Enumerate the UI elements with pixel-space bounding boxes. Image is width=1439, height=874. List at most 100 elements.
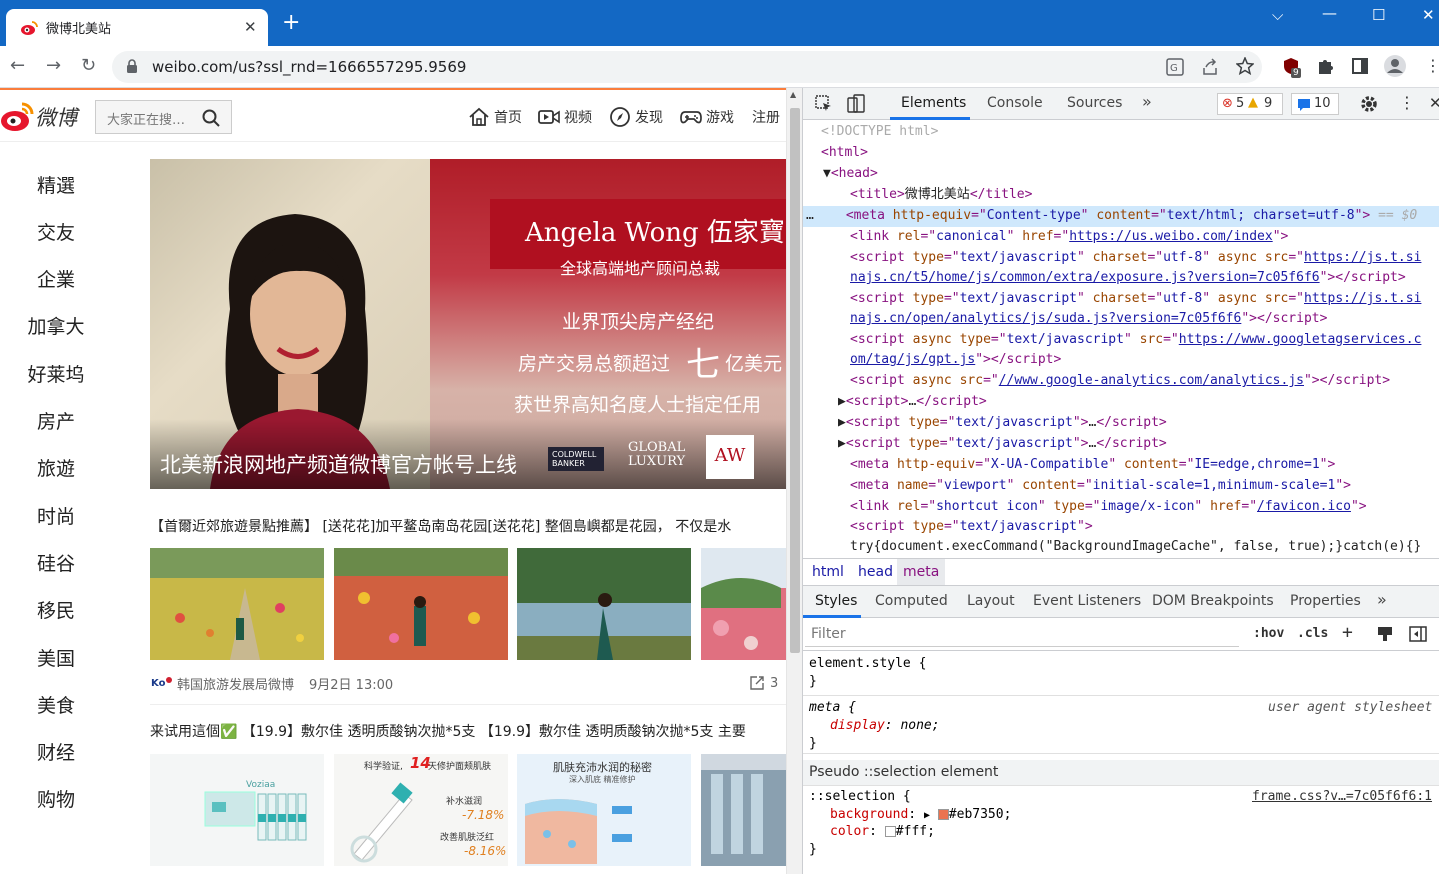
sidebar-item-business[interactable]: 企業 — [0, 265, 112, 292]
nav-video[interactable]: 视频 — [538, 107, 592, 127]
translate-icon[interactable]: G — [1166, 58, 1184, 76]
cls-toggle[interactable]: .cls — [1297, 626, 1328, 641]
post-1-image-1[interactable] — [150, 548, 324, 660]
tab-close-icon[interactable]: ✕ — [244, 18, 257, 36]
side-panel-icon[interactable] — [1351, 57, 1369, 75]
sidebar-item-fashion[interactable]: 时尚 — [0, 502, 112, 529]
post-2-image-1[interactable]: Voziaa — [150, 754, 324, 866]
devtools-close-icon[interactable]: ✕ — [1429, 94, 1439, 112]
back-icon[interactable]: ← — [10, 55, 25, 76]
sidebar-item-silicon-valley[interactable]: 硅谷 — [0, 549, 112, 576]
browser-tab[interactable]: 微博北美站 ✕ — [6, 9, 268, 46]
close-window-icon[interactable]: ✕ — [1422, 6, 1435, 24]
more-style-tabs-icon[interactable]: » — [1377, 590, 1387, 609]
weibo-logo[interactable]: 微博 — [0, 98, 86, 134]
computed-styles-toggle-icon[interactable] — [1376, 626, 1394, 642]
address-bar[interactable]: weibo.com/us?ssl_rnd=1666557295.9569 — [112, 51, 1262, 83]
scroll-up-icon[interactable]: ▲ — [790, 90, 796, 99]
reload-icon[interactable]: ↻ — [81, 55, 96, 76]
share-icon[interactable] — [1201, 58, 1219, 76]
post-1-image-3[interactable] — [517, 548, 691, 660]
meta-ua-rule[interactable]: meta { user agent stylesheet display: no… — [803, 696, 1439, 754]
dom-line[interactable]: ▶<script>…</script> — [838, 392, 987, 413]
post-2-image-2[interactable]: 科学验证, 14 天修护面颊肌肤 补水滋润 -7.18% 改善肌肤泛红 -8.1… — [334, 754, 508, 866]
sidebar-item-finance[interactable]: 财经 — [0, 738, 112, 765]
dom-line[interactable]: ▶<script type="text/javascript">…</scrip… — [838, 434, 1167, 455]
dom-line[interactable]: <meta http-equiv="X-UA-Compatible" conte… — [850, 455, 1335, 476]
dom-line[interactable]: najs.cn/open/analytics/js/suda.js?versio… — [850, 309, 1327, 330]
inspect-element-icon[interactable] — [815, 95, 833, 113]
element-style-rule[interactable]: element.style { } — [803, 652, 1439, 696]
color-swatch-orange[interactable] — [937, 809, 949, 820]
post-1-author[interactable]: 韩国旅游发展局微博 — [177, 674, 294, 693]
chevron-down-icon[interactable]: ⌵ — [1272, 6, 1283, 24]
selection-rule[interactable]: ::selection { frame.css?v…=7c05f6f6:1 ba… — [803, 786, 1439, 862]
new-tab-button[interactable]: + — [282, 12, 300, 34]
korea-tourism-avatar-icon[interactable]: Ko — [151, 674, 173, 690]
sidebar-item-canada[interactable]: 加拿大 — [0, 312, 112, 339]
minimize-icon[interactable]: — — [1322, 4, 1337, 22]
settings-gear-icon[interactable] — [1359, 94, 1379, 114]
new-style-rule-icon[interactable]: + — [1342, 622, 1353, 643]
dom-line[interactable]: <title>微博北美站</title> — [850, 185, 1032, 206]
sidebar-item-food[interactable]: 美食 — [0, 691, 112, 718]
post-2-image-3[interactable]: 肌肤充沛水润的秘密 深入肌底 精准修护 — [517, 754, 691, 866]
forward-icon[interactable]: → — [46, 55, 61, 76]
sidebar-item-travel[interactable]: 旅遊 — [0, 454, 112, 481]
search-icon[interactable] — [202, 109, 220, 127]
expand-triangle-icon[interactable]: ▶ — [924, 810, 930, 821]
dom-line[interactable]: <script type="text/javascript" charset="… — [850, 248, 1421, 269]
dom-line[interactable]: <meta name="viewport" content="initial-s… — [850, 476, 1351, 497]
nav-register[interactable]: 注册 — [752, 107, 780, 127]
more-tabs-icon[interactable]: » — [1142, 92, 1152, 111]
frame-css-link[interactable]: frame.css?v…=7c05f6f6:1 — [1252, 788, 1432, 806]
dom-line[interactable]: <script type="text/javascript"> — [850, 517, 1093, 538]
hov-toggle[interactable]: :hov — [1253, 626, 1284, 641]
dom-line[interactable]: try{document.execCommand("BackgroundImag… — [850, 537, 1421, 558]
tab-styles[interactable]: Styles — [815, 593, 857, 609]
issues-counter[interactable]: ⊗ 5 ▲ 9 — [1217, 93, 1283, 115]
page-scrollbar[interactable]: ▲ — [786, 88, 802, 874]
breadcrumb-meta[interactable]: meta — [897, 559, 946, 585]
nav-discover[interactable]: 发现 — [609, 107, 663, 127]
tab-sources[interactable]: Sources — [1067, 95, 1122, 111]
breadcrumb-head[interactable]: head — [858, 564, 893, 580]
post-2-image-4[interactable] — [701, 754, 786, 866]
dom-line[interactable]: <!DOCTYPE html> — [821, 122, 938, 143]
dom-line[interactable]: <link rel="canonical" href="https://us.w… — [850, 227, 1288, 248]
post-1-image-4[interactable] — [701, 548, 786, 660]
dom-line[interactable]: <script type="text/javascript" charset="… — [850, 289, 1421, 310]
tab-console[interactable]: Console — [987, 95, 1043, 111]
post-1-text[interactable]: 【首爾近郊旅遊景點推薦】 [送花花]加平鳌岛南岛花园[送花花] 整個島嶼都是花园… — [150, 516, 731, 536]
sidebar-item-shopping[interactable]: 购物 — [0, 785, 112, 812]
dom-line[interactable]: <script async src="//www.google-analytic… — [850, 371, 1390, 392]
post-2-text[interactable]: 来试用這個✅ 【19.9】敷尔佳 透明质酸钠次抛*5支 【19.9】敷尔佳 透明… — [150, 721, 746, 741]
sidebar-item-realestate[interactable]: 房产 — [0, 407, 112, 434]
tab-properties[interactable]: Properties — [1290, 593, 1361, 609]
sidebar-item-usa[interactable]: 美国 — [0, 644, 112, 671]
post-1-image-2[interactable] — [334, 548, 508, 660]
dom-line[interactable]: <link rel="shortcut icon" type="image/x-… — [850, 497, 1367, 518]
maximize-icon[interactable]: ☐ — [1372, 6, 1385, 24]
bookmark-star-icon[interactable] — [1236, 57, 1254, 75]
search-input[interactable]: 大家正在搜… — [95, 100, 232, 134]
styles-filter-input[interactable]: Filter — [805, 621, 1239, 647]
tab-layout[interactable]: Layout — [967, 593, 1015, 609]
featured-banner[interactable]: Angela Wong 伍家寶 全球高端地产顾问总裁 业界顶尖房产经纪 房产交易… — [150, 159, 786, 489]
elements-tree[interactable]: <!DOCTYPE html> <html> ▼<head> <title>微博… — [803, 120, 1439, 558]
tab-dom-breakpoints[interactable]: DOM Breakpoints — [1152, 593, 1274, 609]
dom-line-selected[interactable]: … <meta http-equiv="Content-type" content… — [803, 206, 1439, 227]
dom-line[interactable]: ▶<script type="text/javascript">…</scrip… — [838, 413, 1167, 434]
device-toolbar-icon[interactable] — [847, 94, 865, 114]
messages-counter[interactable]: 10 — [1291, 93, 1339, 115]
tab-event-listeners[interactable]: Event Listeners — [1033, 593, 1141, 609]
profile-avatar-icon[interactable] — [1384, 55, 1406, 77]
nav-games[interactable]: 游戏 — [680, 107, 734, 127]
breadcrumb-html[interactable]: html — [812, 564, 844, 580]
tab-elements[interactable]: Elements — [901, 95, 966, 111]
color-swatch-white[interactable] — [884, 826, 896, 837]
devtools-menu-icon[interactable]: ⋮ — [1399, 93, 1415, 112]
sidebar-item-featured[interactable]: 精選 — [0, 171, 112, 198]
puzzle-extensions-icon[interactable] — [1316, 57, 1334, 75]
toggle-sidebar-icon[interactable] — [1409, 626, 1427, 642]
